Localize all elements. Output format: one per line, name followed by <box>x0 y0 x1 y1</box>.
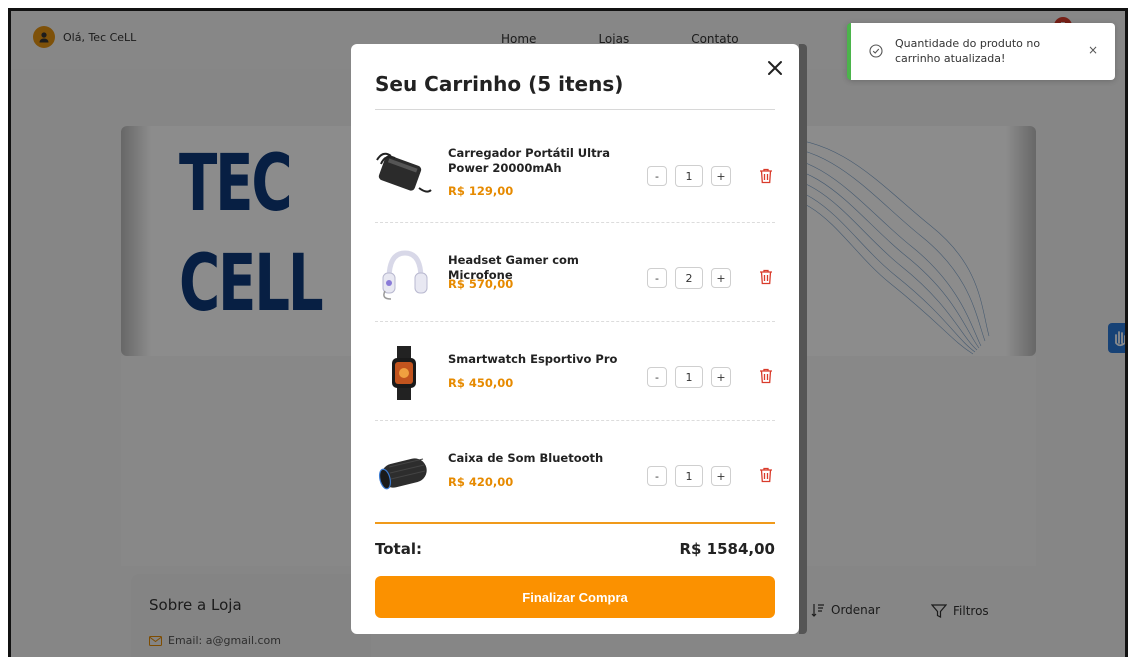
item-name: Smartwatch Esportivo Pro <box>448 352 618 366</box>
toast-notification: Quantidade do produto no carrinho atuali… <box>847 23 1115 80</box>
check-circle-icon <box>869 44 883 58</box>
decrease-qty-button[interactable]: - <box>647 166 667 186</box>
quantity-value[interactable]: 1 <box>675 165 703 187</box>
total-label: Total: <box>375 540 422 558</box>
browser-viewport: Olá, Tec CeLL Home Lojas Contato 5 TEC C… <box>8 8 1128 657</box>
item-name: Caixa de Som Bluetooth <box>448 451 604 465</box>
trash-icon[interactable] <box>759 168 773 184</box>
item-price: R$ 570,00 <box>448 277 514 291</box>
quantity-value[interactable]: 1 <box>675 465 703 487</box>
cart-modal: Seu Carrinho (5 itens) Carregador Portát… <box>351 44 807 634</box>
total-value: R$ 1584,00 <box>679 540 775 558</box>
increase-qty-button[interactable]: + <box>711 466 731 486</box>
item-name: Carregador Portátil Ultra Power 20000mAh <box>448 146 610 175</box>
item-price: R$ 420,00 <box>448 475 514 489</box>
cart-item: Smartwatch Esportivo Pro R$ 450,00 - 1 + <box>375 322 775 421</box>
modal-scrollbar[interactable] <box>799 44 807 634</box>
decrease-qty-button[interactable]: - <box>647 367 667 387</box>
quantity-stepper: - 1 + <box>647 465 731 487</box>
decrease-qty-button[interactable]: - <box>647 268 667 288</box>
trash-icon[interactable] <box>759 467 773 483</box>
trash-icon[interactable] <box>759 269 773 285</box>
checkout-button[interactable]: Finalizar Compra <box>375 576 775 618</box>
cart-item: Carregador Portátil Ultra Power 20000mAh… <box>375 124 775 223</box>
toast-message: Quantidade do produto no carrinho atuali… <box>895 37 1041 65</box>
power-bank-image <box>376 152 432 193</box>
close-icon[interactable] <box>765 58 785 78</box>
cart-item: Caixa de Som Bluetooth R$ 420,00 - 1 + <box>375 421 775 520</box>
quantity-value[interactable]: 1 <box>675 366 703 388</box>
increase-qty-button[interactable]: + <box>711 268 731 288</box>
quantity-stepper: - 1 + <box>647 366 731 388</box>
cart-item: Headset Gamer com Microfone R$ 570,00 - … <box>375 223 775 322</box>
title-divider <box>375 109 775 110</box>
headset-image <box>382 250 428 300</box>
item-price: R$ 450,00 <box>448 376 514 390</box>
quantity-value[interactable]: 2 <box>675 267 703 289</box>
decrease-qty-button[interactable]: - <box>647 466 667 486</box>
page-background: Olá, Tec CeLL Home Lojas Contato 5 TEC C… <box>11 11 1125 657</box>
speaker-image <box>378 458 427 490</box>
smartwatch-image <box>392 346 416 400</box>
quantity-stepper: - 1 + <box>647 165 731 187</box>
item-price: R$ 129,00 <box>448 184 514 198</box>
increase-qty-button[interactable]: + <box>711 166 731 186</box>
quantity-stepper: - 2 + <box>647 267 731 289</box>
toast-close-icon[interactable]: × <box>1088 43 1098 57</box>
increase-qty-button[interactable]: + <box>711 367 731 387</box>
cart-title: Seu Carrinho (5 itens) <box>375 72 624 96</box>
trash-icon[interactable] <box>759 368 773 384</box>
total-divider <box>375 522 775 524</box>
